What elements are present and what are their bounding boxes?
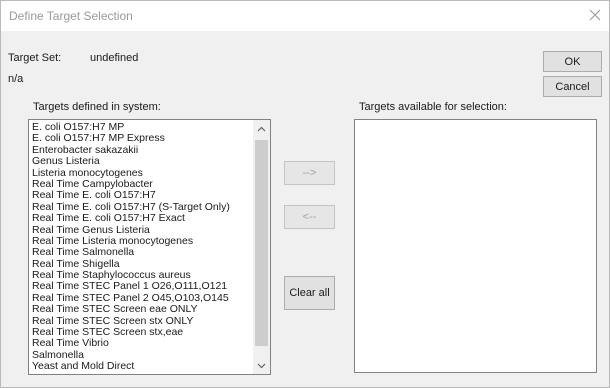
list-item[interactable]: E. coli O157:H7 MP: [31, 122, 252, 133]
list-item[interactable]: Real Time Vibrio: [31, 338, 252, 349]
system-list-heading: Targets defined in system:: [33, 101, 161, 113]
define-target-selection-dialog: Define Target Selection Target Set: unde…: [0, 0, 610, 388]
list-item[interactable]: Real Time Campylobacter: [31, 179, 252, 190]
ok-button[interactable]: OK: [543, 51, 602, 72]
list-item[interactable]: Salmonella: [31, 350, 252, 361]
target-set-label: Target Set:: [8, 52, 62, 64]
dialog-title: Define Target Selection: [9, 9, 133, 23]
list-item[interactable]: Real Time Genus Listeria: [31, 225, 252, 236]
list-item[interactable]: Yeast and Mold Direct: [31, 361, 252, 372]
list-item[interactable]: Real Time STEC Panel 1 O26,O111,O121: [31, 281, 252, 292]
system-list-scrollbar[interactable]: [253, 120, 270, 374]
list-item[interactable]: Listeria monocytogenes: [31, 168, 252, 179]
system-list-scroll-thumb[interactable]: [255, 140, 268, 346]
add-target-button[interactable]: -->: [284, 161, 335, 185]
chevron-up-icon[interactable]: [253, 120, 270, 137]
list-item[interactable]: Real Time E. coli O157:H7 (S-Target Only…: [31, 202, 252, 213]
list-item[interactable]: Real Time STEC Screen stx,eae: [31, 327, 252, 338]
clear-all-button[interactable]: Clear all: [284, 276, 335, 310]
cancel-button[interactable]: Cancel: [543, 76, 602, 97]
list-item[interactable]: Real Time E. coli O157:H7 Exact: [31, 213, 252, 224]
list-item[interactable]: Enterobacter sakazakii: [31, 145, 252, 156]
list-item[interactable]: E. coli O157:H7 MP Express: [31, 133, 252, 144]
list-item[interactable]: Real Time Salmonella: [31, 247, 252, 258]
remove-target-button[interactable]: <--: [284, 205, 335, 229]
list-item[interactable]: Real Time E. coli O157:H7: [31, 190, 252, 201]
available-list-heading: Targets available for selection:: [359, 101, 507, 113]
list-item[interactable]: Real Time STEC Panel 2 O45,O103,O145: [31, 293, 252, 304]
target-set-description: n/a: [8, 73, 24, 85]
target-set-value: undefined: [90, 52, 139, 64]
close-icon[interactable]: [587, 7, 603, 23]
targets-defined-listbox[interactable]: E. coli O157:H7 MP E. coli O157:H7 MP Exp…: [28, 119, 271, 375]
targets-available-listbox[interactable]: [354, 119, 597, 373]
list-item[interactable]: Real Time STEC Screen stx ONLY: [31, 316, 252, 327]
chevron-down-icon[interactable]: [253, 357, 270, 374]
list-item[interactable]: Real Time Staphylococcus aureus: [31, 270, 252, 281]
system-list-items: E. coli O157:H7 MP E. coli O157:H7 MP Exp…: [31, 122, 252, 373]
list-item[interactable]: Real Time STEC Screen eae ONLY: [31, 304, 252, 315]
list-item[interactable]: Real Time Listeria monocytogenes: [31, 236, 252, 247]
list-item[interactable]: Real Time Shigella: [31, 259, 252, 270]
title-bar: Define Target Selection: [1, 1, 609, 31]
list-item[interactable]: Genus Listeria: [31, 156, 252, 167]
